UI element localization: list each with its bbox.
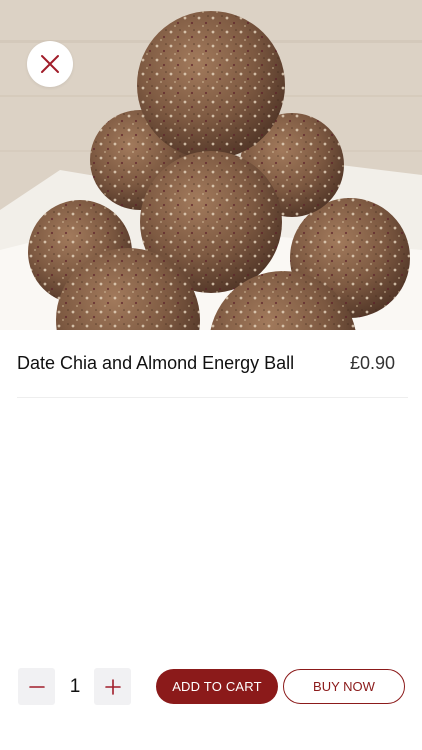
- quantity-increase-button[interactable]: [94, 668, 131, 705]
- minus-icon: [28, 685, 45, 688]
- quantity-value: 1: [69, 676, 81, 697]
- product-price: £0.90: [349, 352, 395, 373]
- close-button[interactable]: [27, 41, 73, 87]
- action-bar: 1 ADD TO CART BUY NOW: [0, 666, 422, 708]
- divider: [17, 397, 408, 398]
- product-header: Date Chia and Almond Energy Ball £0.90: [17, 348, 395, 378]
- add-to-cart-button[interactable]: ADD TO CART: [156, 669, 278, 704]
- product-name: Date Chia and Almond Energy Ball: [17, 352, 295, 373]
- buy-now-button[interactable]: BUY NOW: [283, 669, 405, 704]
- product-detail-screen: Date Chia and Almond Energy Ball £0.90 1…: [0, 0, 422, 750]
- product-image: [0, 0, 422, 330]
- quantity-decrease-button[interactable]: [18, 668, 55, 705]
- plus-icon: [104, 678, 121, 695]
- close-icon: [41, 55, 59, 73]
